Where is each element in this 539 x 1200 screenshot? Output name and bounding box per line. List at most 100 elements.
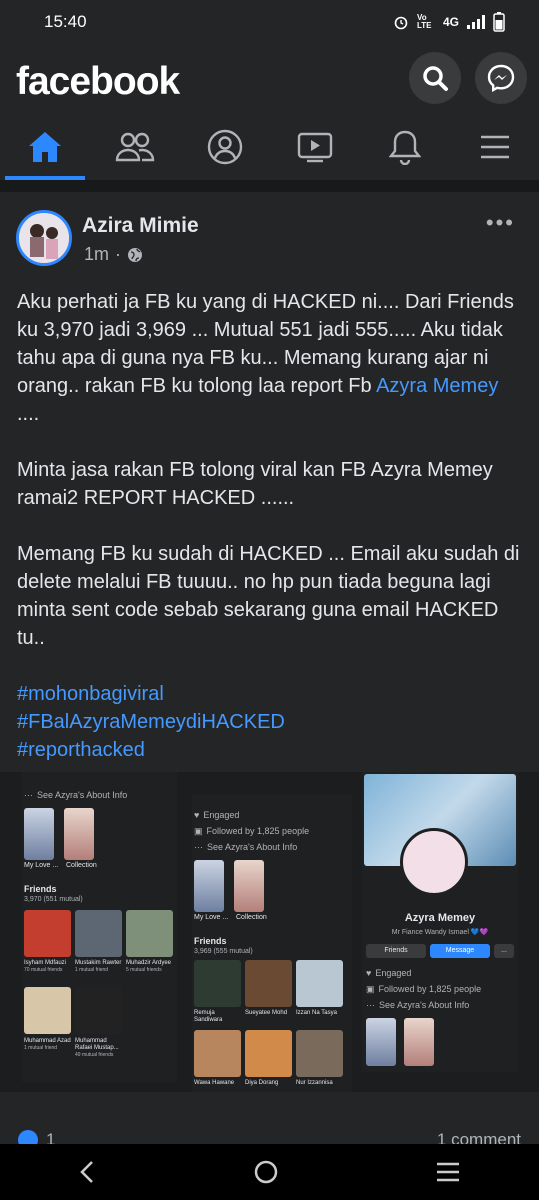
comment-count[interactable]: 1 comment (437, 1130, 521, 1144)
home-icon (29, 132, 61, 162)
engaged-label: Engaged (203, 810, 240, 820)
recents-icon[interactable] (435, 1161, 461, 1183)
friend-photo (24, 987, 71, 1034)
engaged-label: Engaged (375, 968, 412, 978)
screenshot-1: ··· See Azyra's About Info My Love ... Co… (22, 772, 177, 1082)
friend-name: Sueyatee Mohd (245, 1010, 288, 1016)
profile-name: Azyra Memey (404, 912, 476, 924)
alarm-icon (394, 16, 408, 30)
album-photo (24, 808, 54, 860)
status-bar: 15:40 Vo LTE 4G (0, 0, 539, 46)
post-body: Aku perhati ja FB ku yang di HACKED ni..… (17, 288, 522, 764)
heart-icon: ♥ (194, 810, 200, 820)
post-author-name[interactable]: Azira Mimie (82, 214, 199, 238)
screenshot-3: Azyra Memey Mr Fiance Wandy Ismael 💙💜 Fr… (362, 772, 518, 1072)
globe-icon (128, 247, 143, 262)
friend-name: Muhammad Azad (24, 1038, 71, 1044)
followed-label: Followed by 1,825 people (206, 826, 310, 836)
album-label: Collection (66, 862, 97, 869)
facebook-logo: facebook (16, 60, 180, 103)
post-options-icon[interactable]: ••• (486, 210, 515, 236)
about-info-link: See Azyra's About Info (207, 842, 298, 852)
tab-home[interactable] (0, 114, 90, 180)
heart-icon: ♥ (366, 968, 372, 978)
album-photo (194, 860, 224, 912)
messenger-button[interactable] (475, 52, 527, 104)
network-label: 4G (442, 15, 459, 29)
friend-photo (296, 960, 343, 1007)
friend-photo (296, 1030, 343, 1077)
post-paragraph-2: Minta jasa rakan FB tolong viral kan FB … (17, 459, 493, 509)
friend-name: Diya Dorang (245, 1080, 279, 1086)
author-avatar[interactable] (16, 210, 72, 266)
signal-icon (467, 15, 485, 29)
friend-name: Muhammad Rafaei Mustap... (75, 1038, 119, 1051)
friend-mutual: 1 mutual friend (24, 1045, 58, 1051)
album-label: Collection (236, 914, 267, 921)
hashtag-link[interactable]: #reporthacked (17, 736, 522, 764)
friend-name: Izzan Na Tasya (296, 1010, 337, 1016)
tab-watch[interactable] (270, 114, 360, 180)
friend-name: Muhadzir Ardyee (126, 960, 172, 966)
active-tab-indicator (5, 176, 85, 180)
back-icon[interactable] (78, 1160, 98, 1184)
follow-icon: ▣ (366, 984, 375, 994)
dots-icon: ··· (24, 790, 33, 800)
mention-link[interactable]: Azyra Memey (376, 375, 498, 397)
search-button[interactable] (409, 52, 461, 104)
album-photo (64, 808, 94, 860)
post-paragraph-3: Memang FB ku sudah di HACKED ... Email a… (17, 543, 520, 649)
profile-photo (400, 828, 468, 896)
tab-profile[interactable] (180, 114, 270, 180)
post-time[interactable]: 1m (84, 244, 109, 265)
friends-title: Friends (24, 884, 57, 894)
friend-photo (75, 987, 122, 1034)
friend-name: Nur Izzannisa (296, 1080, 333, 1086)
app-header: facebook (0, 46, 539, 180)
album-label: My Love ... (194, 914, 229, 921)
friend-name: Wawa Hawane (194, 1080, 235, 1086)
dots-icon: ··· (194, 842, 203, 852)
friend-photo (126, 910, 173, 957)
post-card: Azira Mimie 1m · ••• Aku perhati ja FB k… (0, 192, 539, 1137)
friend-mutual: 5 mutual friends (126, 967, 162, 973)
post-image-collage[interactable]: ··· See Azyra's About Info My Love ... Co… (0, 772, 539, 1092)
profile-subtitle: Mr Fiance Wandy Ismael 💙💜 (391, 929, 489, 936)
friend-photo (245, 1030, 292, 1077)
system-nav-bar (0, 1144, 539, 1200)
album-photo (234, 860, 264, 912)
like-reaction-icon[interactable] (18, 1130, 38, 1144)
hashtag-link[interactable]: #mohonbagiviral (17, 680, 522, 708)
battery-icon (493, 12, 505, 32)
messenger-icon (487, 64, 515, 93)
watch-icon (297, 132, 333, 163)
album-photo (404, 1018, 434, 1066)
follow-icon: ▣ (194, 826, 203, 836)
home-nav-icon[interactable] (253, 1159, 279, 1185)
search-icon (423, 66, 448, 91)
status-icons: Vo LTE 4G (393, 12, 505, 32)
friend-photo (194, 960, 241, 1007)
album-photo (366, 1018, 396, 1066)
friend-mutual: 1 mutual friend (75, 967, 109, 973)
reaction-count[interactable]: 1 (46, 1130, 55, 1144)
hashtag-link[interactable]: #FBalAzyraMemeydiHACKED (17, 708, 522, 736)
about-info-link: See Azyra's About Info (37, 790, 128, 800)
friends-icon (115, 132, 155, 162)
post-footer: 1 1 comment (0, 1128, 539, 1144)
tab-notifications[interactable] (360, 114, 450, 180)
menu-icon (481, 135, 509, 159)
friend-photo (194, 1030, 241, 1077)
friend-mutual: 70 mutual friends (24, 967, 63, 973)
profile-icon (207, 129, 243, 165)
friends-title: Friends (194, 936, 227, 946)
dots-icon: ··· (366, 1000, 375, 1010)
screenshot-2: ♥ Engaged ▣ Followed by 1,825 people ··· Se… (192, 794, 352, 1092)
about-info-link: See Azyra's About Info (379, 1000, 470, 1010)
tab-menu[interactable] (450, 114, 539, 180)
tab-friends[interactable] (90, 114, 180, 180)
friends-button: Friends (366, 944, 426, 958)
more-button: ... (494, 944, 514, 958)
message-button: Message (430, 944, 490, 958)
friend-mutual: 49 mutual friends (75, 1052, 114, 1058)
